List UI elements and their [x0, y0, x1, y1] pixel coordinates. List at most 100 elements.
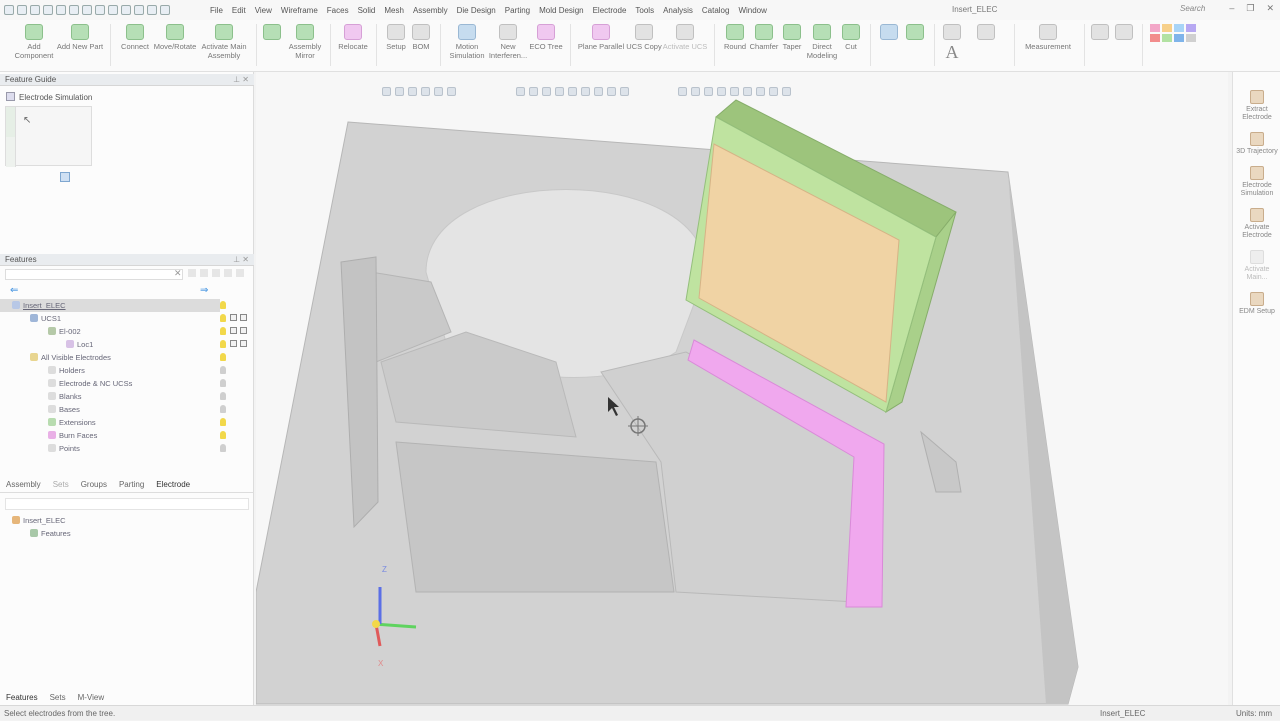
- find-button[interactable]: [1114, 24, 1134, 42]
- expand-icon[interactable]: [212, 269, 220, 277]
- forward-arrow-icon[interactable]: ⇒: [200, 285, 208, 296]
- display-icon[interactable]: [240, 314, 247, 321]
- tree-item-holders[interactable]: Holders: [0, 364, 85, 377]
- menu-catalog[interactable]: Catalog: [702, 6, 730, 15]
- graphics-viewport[interactable]: Z X: [256, 72, 1228, 705]
- close-icon[interactable]: ✕: [1266, 3, 1274, 14]
- cut-button[interactable]: Cut: [840, 24, 862, 51]
- zoom-button[interactable]: [1090, 24, 1110, 42]
- tree-item-all-visible-electrodes[interactable]: All Visible Electrodes: [0, 351, 111, 364]
- menu-file[interactable]: File: [210, 6, 223, 15]
- back-arrow-icon[interactable]: ⇐: [10, 285, 18, 296]
- tree-item-points[interactable]: Points: [0, 442, 80, 455]
- menu-edit[interactable]: Edit: [232, 6, 246, 15]
- redo-icon[interactable]: [121, 5, 131, 15]
- visibility-bulb-icon[interactable]: [220, 340, 226, 348]
- menu-tools[interactable]: Tools: [635, 6, 654, 15]
- add-new-part-button[interactable]: Add New Part: [56, 24, 104, 51]
- ucs-copy-button[interactable]: UCS Copy: [624, 24, 664, 51]
- eco-tree-button[interactable]: ECO Tree: [528, 24, 564, 51]
- extract-electrode-button[interactable]: Extract Electrode: [1233, 90, 1280, 122]
- undo-icon[interactable]: [108, 5, 118, 15]
- move-rotate-button[interactable]: Move/Rotate: [152, 24, 198, 51]
- new-interference-button[interactable]: New Interferen...: [488, 24, 528, 60]
- visibility-bulb-icon[interactable]: [220, 314, 226, 322]
- tab-features[interactable]: Features: [0, 693, 44, 702]
- visibility-bulb-icon[interactable]: [220, 444, 226, 452]
- copy-icon[interactable]: [82, 5, 92, 15]
- menu-electrode[interactable]: Electrode: [593, 6, 627, 15]
- menu-solid[interactable]: Solid: [358, 6, 376, 15]
- menu-window[interactable]: Window: [738, 6, 766, 15]
- tab-optional[interactable]: [6, 137, 16, 167]
- tree-item-el-002[interactable]: El-002: [0, 325, 81, 338]
- tree-item-ucs1[interactable]: UCS1: [0, 312, 61, 325]
- direct-modeling-button[interactable]: Direct Modeling: [804, 24, 840, 60]
- open-file-icon[interactable]: [30, 5, 40, 15]
- lower-tree-features[interactable]: Features: [0, 527, 71, 540]
- electrode-simulation-button[interactable]: Electrode Simulation: [1233, 166, 1280, 198]
- display-icon[interactable]: [240, 340, 247, 347]
- tab-required[interactable]: [6, 107, 16, 137]
- assembly-mirror-button[interactable]: Assembly Mirror: [286, 24, 324, 60]
- offset-button[interactable]: [904, 24, 926, 42]
- save-icon[interactable]: [43, 5, 53, 15]
- tree-item-bases[interactable]: Bases: [0, 403, 80, 416]
- tree-item-extensions[interactable]: Extensions: [0, 416, 96, 429]
- visibility-bulb-icon[interactable]: [220, 418, 226, 426]
- add-component-button[interactable]: Add Component: [14, 24, 54, 60]
- display-icon[interactable]: [230, 314, 237, 321]
- pin-icon[interactable]: ⊥ ✕: [233, 254, 249, 266]
- chamfer-button[interactable]: Chamfer: [748, 24, 780, 51]
- measurement-button[interactable]: Measurement: [1020, 24, 1076, 51]
- feature-guide-item[interactable]: Electrode Simulation: [6, 92, 92, 102]
- menu-analysis[interactable]: Analysis: [663, 6, 693, 15]
- tree-item-burn-faces[interactable]: Burn Faces: [0, 429, 97, 442]
- visibility-bulb-icon[interactable]: [220, 379, 226, 387]
- visibility-bulb-icon[interactable]: [220, 301, 226, 309]
- tab-groups[interactable]: Groups: [75, 480, 113, 489]
- taper-button[interactable]: Taper: [780, 24, 804, 51]
- split-button[interactable]: [878, 24, 900, 42]
- visibility-bulb-icon[interactable]: [220, 353, 226, 361]
- tab-electrode[interactable]: Electrode: [150, 480, 196, 489]
- connect-button[interactable]: Connect: [118, 24, 152, 51]
- search-input[interactable]: Search: [1180, 4, 1205, 13]
- select-icon[interactable]: [147, 5, 157, 15]
- restore-icon[interactable]: ❐: [1246, 3, 1254, 14]
- color-palette[interactable]: [1150, 24, 1210, 42]
- tree-item-insert-elec[interactable]: Insert_ELEC: [0, 299, 220, 312]
- pin-icon[interactable]: ⊥ ✕: [233, 74, 249, 86]
- sort-icon[interactable]: [200, 269, 208, 277]
- activate-electrode-button[interactable]: Activate Electrode: [1233, 208, 1280, 240]
- visibility-bulb-icon[interactable]: [220, 366, 226, 374]
- lower-filter-input[interactable]: [5, 498, 249, 510]
- dimension-button[interactable]: [940, 24, 964, 42]
- round-button[interactable]: Round: [720, 24, 750, 51]
- new-file-icon[interactable]: [17, 5, 27, 15]
- clear-filter-icon[interactable]: ✕: [174, 268, 182, 279]
- minimize-icon[interactable]: –: [1229, 3, 1234, 14]
- app-icon[interactable]: [4, 5, 14, 15]
- tab-assembly[interactable]: Assembly: [0, 480, 47, 489]
- window-icon[interactable]: [160, 5, 170, 15]
- menu-mesh[interactable]: Mesh: [384, 6, 404, 15]
- visibility-bulb-icon[interactable]: [220, 431, 226, 439]
- print-icon[interactable]: [56, 5, 66, 15]
- menu-mold-design[interactable]: Mold Design: [539, 6, 583, 15]
- lower-tree-root[interactable]: Insert_ELEC: [0, 514, 66, 527]
- model-3d[interactable]: Z X: [256, 72, 1228, 705]
- menu-view[interactable]: View: [255, 6, 272, 15]
- settings-icon[interactable]: [224, 269, 232, 277]
- activate-main-button[interactable]: Activate Main...: [1233, 250, 1280, 282]
- display-icon[interactable]: [230, 327, 237, 334]
- text-button[interactable]: A: [940, 43, 964, 61]
- repeat-icon[interactable]: [134, 5, 144, 15]
- menu-wireframe[interactable]: Wireframe: [281, 6, 318, 15]
- features-filter-input[interactable]: [5, 269, 183, 280]
- activate-ucs-button[interactable]: Activate UCS: [662, 24, 708, 51]
- annotation-tools[interactable]: [966, 24, 1006, 42]
- 3d-trajectory-button[interactable]: 3D Trajectory: [1233, 132, 1280, 156]
- plane-parallel-button[interactable]: Plane Parallel: [576, 24, 626, 51]
- display-icon[interactable]: [240, 327, 247, 334]
